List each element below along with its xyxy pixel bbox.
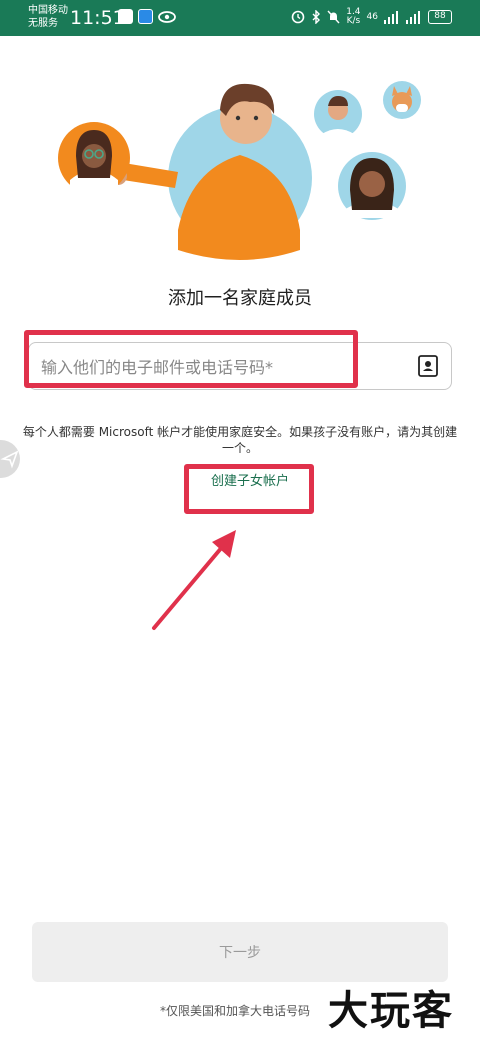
system-icons: 1.4 K/s 46 88 bbox=[291, 8, 452, 26]
alarm-icon bbox=[291, 10, 305, 24]
phone-number-footnote: *仅限美国和加拿大电话号码 bbox=[160, 1004, 311, 1018]
page-title: 添加一名家庭成员 bbox=[168, 288, 312, 309]
side-floating-handle[interactable] bbox=[0, 440, 20, 478]
carrier-status: 无服务 bbox=[28, 18, 58, 29]
notification-icons bbox=[118, 9, 176, 24]
bluetooth-icon bbox=[312, 10, 321, 24]
app-notification-icon bbox=[118, 9, 133, 24]
net-speed-unit: K/s bbox=[346, 16, 361, 26]
mute-icon bbox=[327, 10, 340, 24]
carrier-name: 中国移动 bbox=[28, 5, 68, 16]
carrier-info: 中国移动 无服务 bbox=[28, 4, 68, 30]
status-bar: 中国移动 无服务 11:51 1.4 K/s 46 88 bbox=[0, 0, 480, 36]
signal-2-icon bbox=[406, 11, 420, 24]
next-button[interactable]: 下一步 bbox=[32, 922, 448, 982]
send-arrow-icon bbox=[0, 450, 19, 469]
clock: 11:51 bbox=[70, 7, 125, 29]
weather-icon bbox=[138, 9, 153, 24]
net-speed: 1.4 K/s bbox=[346, 8, 360, 26]
annotation-highlight-input bbox=[24, 330, 358, 388]
signal-icon bbox=[384, 11, 398, 24]
family-illustration bbox=[58, 81, 421, 260]
annotation-highlight-link bbox=[184, 464, 314, 514]
info-text: 每个人都需要 Microsoft 帐户才能使用家庭安全。如果孩子没有账户，请为其… bbox=[22, 425, 458, 455]
battery-indicator: 88 bbox=[428, 10, 452, 24]
watermark-logo: 大玩客 bbox=[328, 988, 454, 1034]
annotation-arrow bbox=[152, 530, 236, 630]
eye-icon bbox=[158, 10, 176, 23]
network-type: 46 bbox=[366, 12, 378, 22]
contact-book-icon[interactable] bbox=[415, 353, 441, 379]
